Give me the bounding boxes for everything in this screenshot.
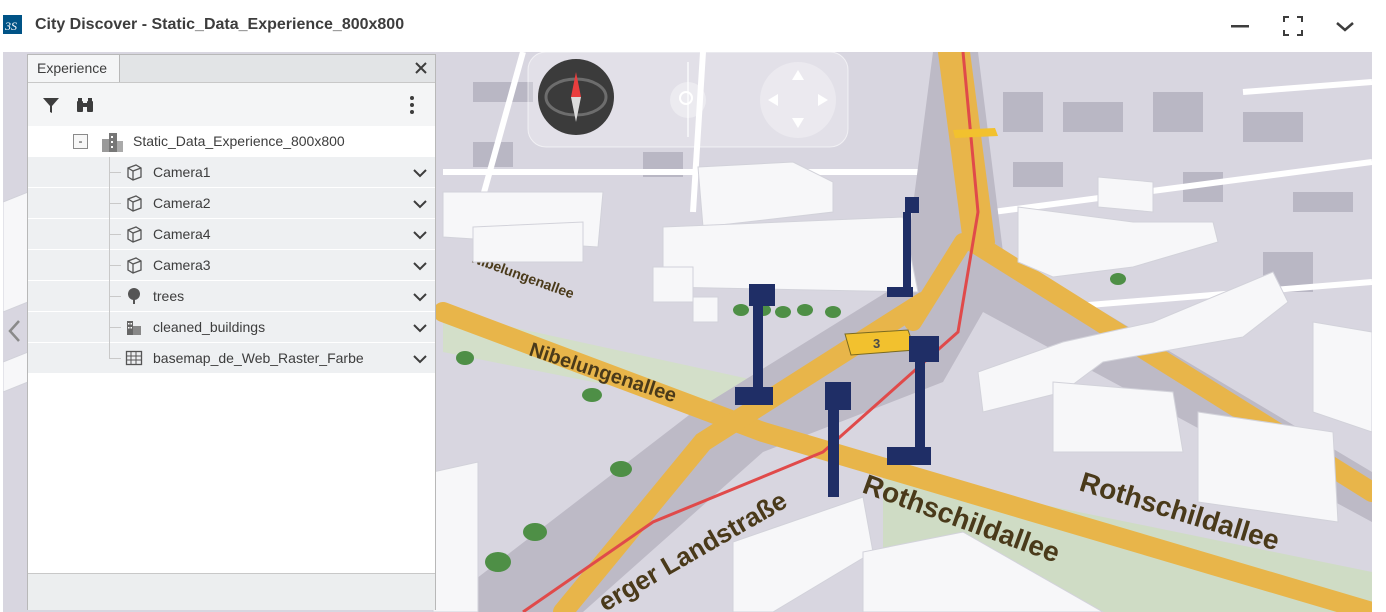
experience-panel: Experience - Static_Data_Experience_800x… (27, 54, 436, 610)
cube-icon (125, 225, 143, 243)
pan-control-icon[interactable] (760, 62, 836, 138)
tab-experience[interactable]: Experience (28, 55, 120, 82)
app-title: City Discover - Static_Data_Experience_8… (35, 16, 405, 33)
title-bar: 3S City Discover - Static_Data_Experienc… (0, 0, 1386, 52)
tree-icon (125, 287, 143, 305)
cube-icon (125, 256, 143, 274)
road-shield: 3 (844, 329, 916, 356)
chevron-down-icon[interactable] (412, 290, 428, 304)
tree-item-cleaned-buildings[interactable]: cleaned_buildings (28, 312, 435, 343)
raster-map-icon (125, 349, 143, 367)
buildings-icon (125, 318, 143, 336)
more-vertical-icon[interactable] (402, 95, 422, 115)
chevron-down-icon[interactable] (1331, 12, 1359, 40)
tree-item-label: Camera3 (153, 257, 211, 273)
tree-item-label: Camera1 (153, 164, 211, 180)
tree-item-label: trees (153, 288, 185, 304)
tree-item-label: basemap_de_Web_Raster_Farbe (153, 350, 364, 366)
window-edge (1372, 52, 1386, 612)
city-icon (99, 129, 125, 155)
tree-root[interactable]: - Static_Data_Experience_800x800 (28, 126, 435, 157)
experience-tree: - Static_Data_Experience_800x800 Camera1… (28, 126, 435, 374)
chevron-down-icon[interactable] (412, 321, 428, 335)
compass-icon[interactable] (538, 59, 614, 135)
cube-icon (125, 163, 143, 181)
cube-icon (125, 194, 143, 212)
tree-root-label: Static_Data_Experience_800x800 (133, 133, 345, 149)
tree-item-trees[interactable]: trees (28, 281, 435, 312)
chevron-down-icon[interactable] (412, 166, 428, 180)
chevron-down-icon[interactable] (412, 259, 428, 273)
fullscreen-icon[interactable] (1279, 12, 1307, 40)
panel-tab-bar: Experience (28, 55, 435, 83)
binoculars-icon[interactable] (75, 95, 95, 115)
collapse-toggle[interactable]: - (73, 134, 88, 149)
app-logo-icon: 3S (3, 15, 22, 34)
tree-item-camera1[interactable]: Camera1 (28, 157, 435, 188)
minimize-icon[interactable] (1226, 12, 1254, 40)
navigation-widget (527, 52, 849, 148)
tree-item-camera4[interactable]: Camera4 (28, 219, 435, 250)
close-icon[interactable] (413, 60, 429, 76)
panel-toolbar (28, 83, 435, 127)
tree-item-camera2[interactable]: Camera2 (28, 188, 435, 219)
chevron-down-icon[interactable] (412, 197, 428, 211)
panel-footer (28, 573, 435, 610)
tree-item-label: Camera4 (153, 226, 211, 242)
svg-text:3: 3 (873, 336, 880, 351)
tree-item-label: Camera2 (153, 195, 211, 211)
tree-item-label: cleaned_buildings (153, 319, 266, 335)
tree-item-camera3[interactable]: Camera3 (28, 250, 435, 281)
filter-icon[interactable] (41, 95, 61, 115)
panel-toggle-chevron-left-icon[interactable] (3, 315, 25, 347)
svg-text:3S: 3S (4, 19, 17, 33)
chevron-down-icon[interactable] (412, 352, 428, 366)
chevron-down-icon[interactable] (412, 228, 428, 242)
tree-item-basemap[interactable]: basemap_de_Web_Raster_Farbe (28, 343, 435, 374)
